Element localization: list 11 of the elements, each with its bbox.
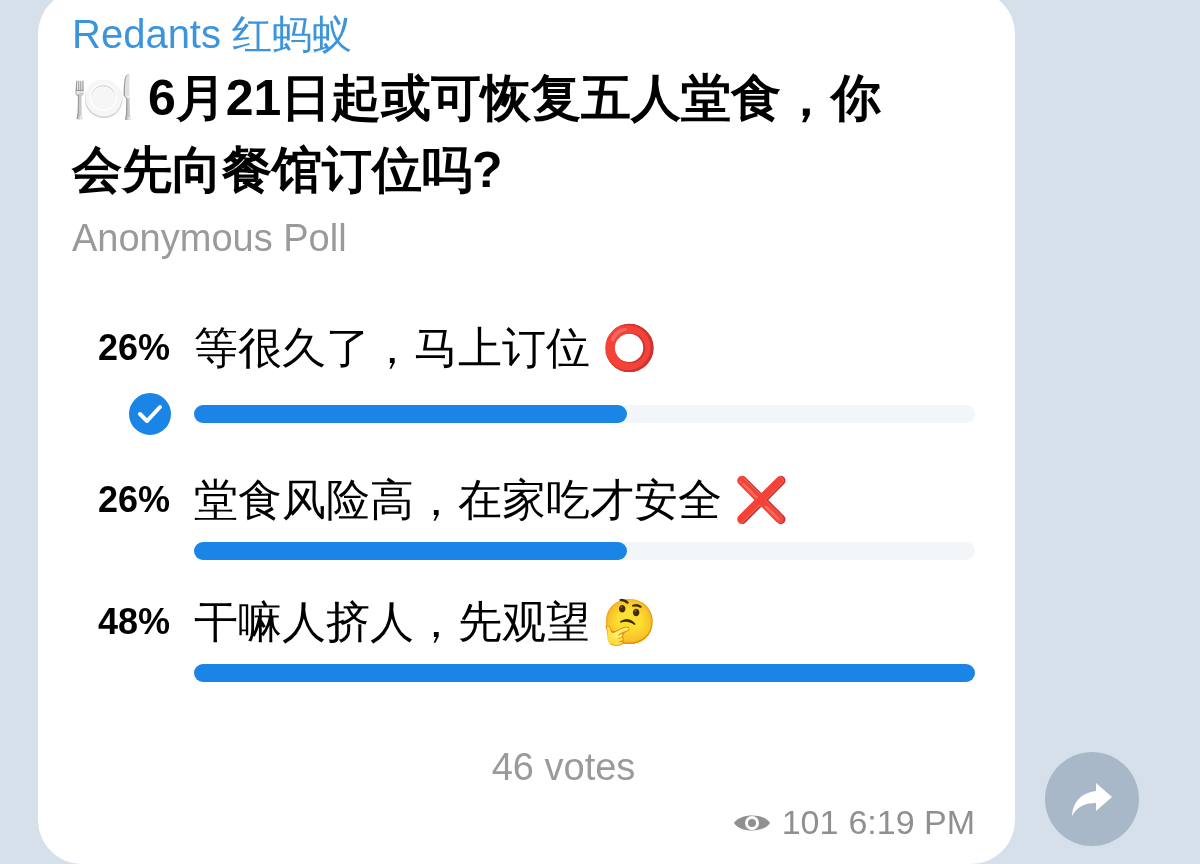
view-count: 101 bbox=[781, 803, 839, 842]
poll-question: 🍽 6月21日起或可恢复五人堂食，你会先向餐馆订位吗? bbox=[72, 69, 883, 200]
option-label[interactable]: 堂食风险高，在家吃才安全 ❌ bbox=[194, 472, 975, 528]
option-percent: 48% bbox=[97, 601, 171, 643]
poll-type: Anonymous Poll bbox=[72, 216, 348, 261]
option-label[interactable]: 等很久了，马上订位 ⭕ bbox=[194, 320, 975, 376]
message-time: 6:19 PM bbox=[848, 803, 975, 842]
option-percent: 26% bbox=[97, 327, 171, 369]
option-label[interactable]: 干嘛人挤人，先观望 🤔 bbox=[194, 594, 975, 650]
option-percent: 26% bbox=[97, 479, 171, 521]
vote-count: 46 votes bbox=[491, 746, 636, 789]
